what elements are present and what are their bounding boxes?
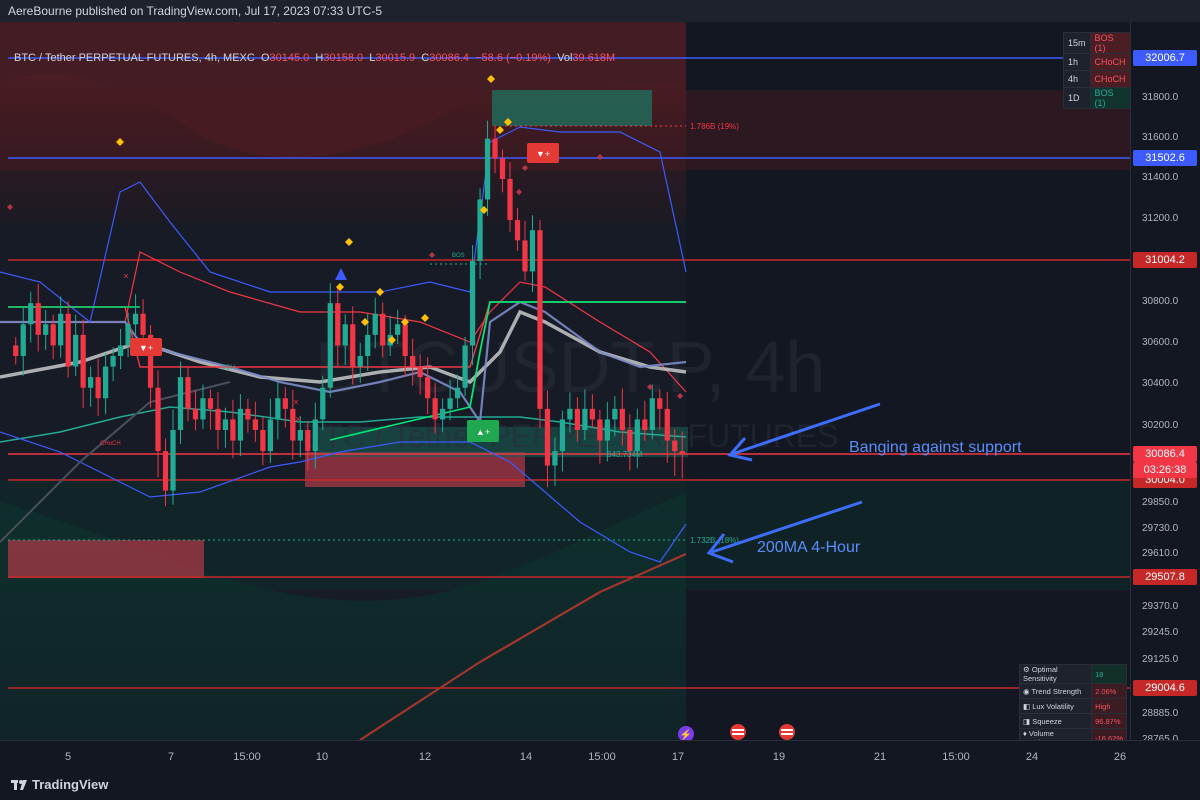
footer: TradingView	[0, 770, 1200, 800]
time-tick-label: 21	[873, 751, 887, 763]
ohlc-legend: BTC / Tether PERPETUAL FUTURES, 4h, MEXC…	[14, 52, 616, 64]
time-tick-label: 19	[772, 751, 786, 763]
price-tick-label: 31200.0	[1142, 213, 1179, 224]
price-tick-label: 30800.0	[1142, 296, 1179, 307]
time-tick-label: 10	[315, 751, 329, 763]
symbol-name: BTC / Tether PERPETUAL FUTURES, 4h, MEXC	[14, 52, 255, 64]
volume-value: 39.618M	[572, 52, 616, 64]
sentiment-stats-table: ⚙ Optimal Sensitivity 18 ◉ Trend Strength…	[1018, 664, 1127, 748]
upper-level-label: 1.786B (19%)	[690, 122, 739, 131]
time-tick-label: 17	[671, 751, 685, 763]
price-tick-label: 29610.0	[1142, 548, 1179, 559]
price-tick-label: 29245.0	[1142, 627, 1179, 638]
footer-brand: TradingView	[32, 777, 109, 792]
publish-header: AereBourne published on TradingView.com,…	[0, 0, 1200, 22]
publish-header-text: AereBourne published on TradingView.com,…	[8, 4, 383, 18]
time-tick-label: 15:00	[942, 751, 970, 763]
timeframe-signal-table: 15m BOS (1) 1h CHoCH 4h CHoCH 1D BOS (1)	[1063, 32, 1131, 109]
price-level-label: 31004.2	[1133, 252, 1197, 268]
stats-row: ⚙ Optimal Sensitivity 18	[1018, 664, 1127, 684]
price-level-label: 32006.7	[1133, 50, 1197, 66]
bar-countdown: 03:26:38	[1133, 462, 1197, 478]
time-tick-label: 5	[64, 751, 72, 763]
volatility-icon: ◧	[1023, 701, 1031, 711]
price-chart[interactable]: BTCUSDT.P, 4h BTC / Tether PERPETUAL FUT…	[0, 22, 1130, 742]
symbol-watermark: BTCUSDT.P, 4h BTC / Tether PERPETUAL FUT…	[301, 328, 838, 454]
event-icons[interactable]: ⚡	[678, 724, 795, 742]
svg-text:×: ×	[123, 271, 128, 281]
time-tick-label: 26	[1113, 751, 1127, 763]
svg-text:⚡: ⚡	[680, 728, 692, 740]
stats-row: ◧ Lux Volatility High	[1018, 698, 1127, 714]
chart-area[interactable]: BTCUSDT.P, 4h BTC / Tether PERPETUAL FUT…	[0, 22, 1130, 742]
price-tick-label: 30600.0	[1142, 337, 1179, 348]
price-level-label: 29004.6	[1133, 680, 1197, 696]
price-level-label: 31502.6	[1133, 150, 1197, 166]
droplet-icon: ♦	[1023, 729, 1027, 738]
gear-icon: ⚙	[1023, 665, 1030, 674]
price-tick-label: 29730.0	[1142, 523, 1179, 534]
mid-level-label: 643.734M	[607, 450, 643, 459]
time-tick-label: 24	[1025, 751, 1039, 763]
time-tick-label: 12	[418, 751, 432, 763]
tf-row: 1D BOS (1)	[1063, 87, 1131, 109]
price-tick-label: 31400.0	[1142, 172, 1179, 183]
ma-annotation: 200MA 4-Hour	[757, 539, 861, 556]
choch-label: CHoCH	[100, 441, 121, 447]
svg-text:×: ×	[293, 397, 298, 407]
price-tick-label: 29850.0	[1142, 497, 1179, 508]
stats-row: ◨ Squeeze 96.87%	[1018, 713, 1127, 729]
price-tick-label: 31600.0	[1142, 132, 1179, 143]
tradingview-logo-icon	[11, 780, 27, 790]
tf-row: 15m BOS (1)	[1063, 32, 1131, 54]
svg-text:▼+: ▼+	[139, 343, 153, 353]
svg-text:×: ×	[295, 414, 300, 424]
time-tick-label: 14	[519, 751, 533, 763]
open-value: 30145.0	[269, 52, 310, 64]
time-axis[interactable]: 5 7 15:00 10 12 14 15:00 17 19 21 15:00 24 26	[0, 740, 1200, 771]
tf-row: 1h CHoCH	[1063, 53, 1131, 71]
squeeze-icon: ◨	[1023, 716, 1031, 726]
time-tick-label: 7	[167, 751, 175, 763]
support-annotation: Banging against support	[849, 439, 1022, 456]
svg-text:▼+: ▼+	[536, 149, 550, 159]
price-level-label: 30086.4	[1133, 446, 1197, 462]
stats-row: ◉ Trend Strength 2.06%	[1018, 683, 1127, 699]
tf-row: 4h CHoCH	[1063, 70, 1131, 88]
price-tick-label: 30200.0	[1142, 420, 1179, 431]
high-value: 30158.0	[323, 52, 364, 64]
bos-label: BOS	[452, 253, 465, 259]
svg-text:▲+: ▲+	[476, 427, 490, 437]
time-tick-label: 15:00	[233, 751, 261, 763]
eqh-label: EQH	[222, 365, 235, 371]
time-tick-label: 15:00	[588, 751, 616, 763]
price-tick-label: 29370.0	[1142, 601, 1179, 612]
price-level-label: 29507.8	[1133, 569, 1197, 585]
candle	[462, 336, 468, 397]
change-value: −58.6 (−0.19%)	[475, 52, 551, 64]
trend-icon: ◉	[1023, 686, 1030, 696]
price-tick-label: 28885.0	[1142, 708, 1179, 719]
price-tick-label: 30400.0	[1142, 378, 1179, 389]
candle	[537, 219, 543, 428]
price-tick-label: 29125.0	[1142, 654, 1179, 665]
close-value: 30086.4	[429, 52, 469, 64]
price-tick-label: 31800.0	[1142, 92, 1179, 103]
low-value: 30015.9	[375, 52, 416, 64]
